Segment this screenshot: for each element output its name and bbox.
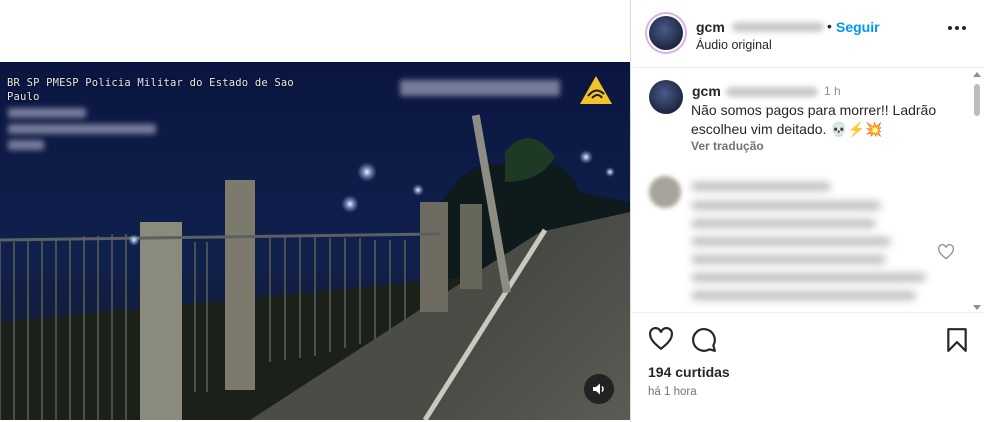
blurred-comment-line [691, 273, 926, 282]
caption-username[interactable]: gcm [692, 83, 721, 99]
heart-icon[interactable] [648, 327, 674, 351]
scroll-thumb[interactable] [974, 84, 980, 116]
blurred-osd-line [8, 124, 156, 134]
post-header: gcm • Seguir Áudio original [631, 0, 984, 68]
osd-line-2: Paulo [7, 91, 40, 103]
blurred-caption-username [726, 87, 818, 97]
video-frame-scene [0, 62, 630, 420]
see-translation-link[interactable]: Ver tradução [691, 139, 764, 153]
comment-icon[interactable] [691, 327, 717, 353]
blurred-comment-line [691, 237, 891, 246]
caption-time: 1 h [824, 84, 841, 98]
volume-button[interactable] [584, 374, 614, 404]
blurred-osd-header [400, 80, 560, 96]
warning-logo-icon [580, 76, 612, 104]
caption-text: Não somos pagos para morrer!! Ladrão esc… [691, 102, 937, 137]
comments-scrollbar[interactable] [970, 70, 984, 312]
volume-icon [593, 383, 604, 395]
blurred-comment-line [691, 219, 876, 228]
scroll-down-arrow[interactable] [973, 305, 981, 310]
username-link[interactable]: gcm [696, 19, 725, 35]
post-actions: 194 curtidas há 1 hora [630, 312, 984, 422]
comment-like-heart-icon[interactable] [937, 244, 955, 260]
blurred-comment-line [691, 291, 916, 300]
bodycam-overlay-text: BR SP PMESP Policia Militar do Estado de… [7, 76, 294, 104]
blurred-osd-line [8, 108, 86, 118]
instagram-post-window: BR SP PMESP Policia Militar do Estado de… [0, 0, 984, 422]
scroll-up-arrow[interactable] [973, 72, 981, 77]
more-options-icon[interactable] [948, 26, 966, 30]
caption-avatar[interactable] [649, 80, 683, 114]
comment-avatar[interactable] [649, 176, 681, 208]
video-pane: BR SP PMESP Policia Militar do Estado de… [0, 0, 630, 422]
blurred-osd-line [8, 140, 44, 150]
separator-dot: • [827, 18, 832, 34]
video-player[interactable]: BR SP PMESP Policia Militar do Estado de… [0, 62, 630, 420]
avatar[interactable] [649, 16, 683, 50]
likes-count[interactable]: 194 curtidas [648, 364, 730, 380]
bookmark-icon[interactable] [946, 327, 968, 353]
blurred-comment-line [691, 201, 881, 210]
blurred-comment-line [691, 255, 886, 264]
blurred-comment-line [691, 182, 831, 191]
post-timestamp[interactable]: há 1 hora [648, 386, 697, 398]
osd-line-1: BR SP PMESP Policia Militar do Estado de… [7, 77, 294, 89]
blurred-username [732, 22, 824, 32]
audio-label[interactable]: Áudio original [696, 38, 772, 52]
follow-button[interactable]: Seguir [836, 19, 880, 35]
